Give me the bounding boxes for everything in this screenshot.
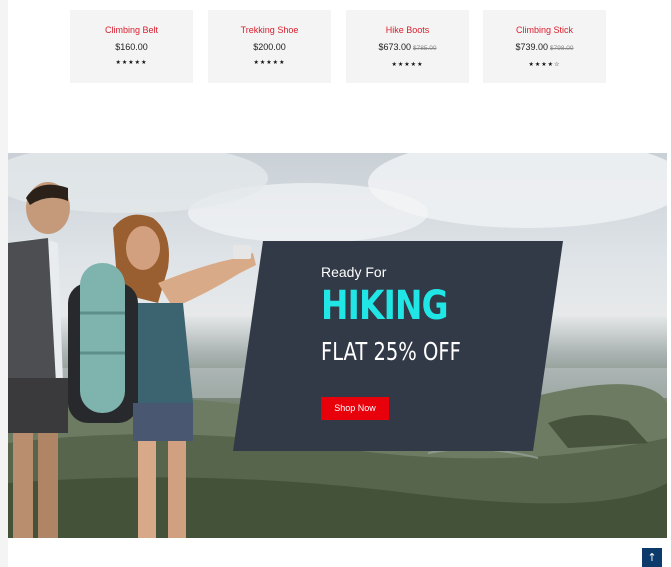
product-card[interactable]: Trekking Shoe $200.00 ★★★★★ [208,10,331,83]
product-name[interactable]: Hike Boots [346,25,469,35]
product-old-price: $798.00 [550,45,574,52]
product-price-row: $739.00 $798.00 [483,42,606,54]
product-card[interactable]: Climbing Belt $160.00 ★★★★★ [70,10,193,83]
product-old-price: $785.00 [413,45,437,52]
product-price-row: $160.00 [70,42,193,52]
rating-stars: ★★★★★ [115,59,148,66]
rating-stars: ★★★★☆ [528,61,561,68]
promo-title: HIKING [321,283,449,329]
product-name[interactable]: Climbing Stick [483,25,606,35]
product-name[interactable]: Climbing Belt [70,25,193,35]
product-price-row: $673.00 $785.00 [346,42,469,54]
product-price-row: $200.00 [208,42,331,52]
product-price: $673.00 [378,42,412,52]
arrow-up-icon: ↑ [647,551,657,564]
promo-panel: Ready For HIKING FLAT 25% OFF Shop Now [233,241,563,451]
scroll-to-top-button[interactable]: ↑ [642,548,662,567]
product-name[interactable]: Trekking Shoe [208,25,331,35]
rating-stars: ★★★★★ [253,59,286,66]
product-price: $200.00 [253,42,286,52]
page: Climbing Belt $160.00 ★★★★★ Trekking Sho… [8,0,671,567]
hero-banner: Ready For HIKING FLAT 25% OFF Shop Now [8,153,667,538]
product-price: $160.00 [115,42,148,52]
rating-stars: ★★★★★ [391,61,424,68]
promo-offer: FLAT 25% OFF [321,337,461,366]
product-strip: Climbing Belt $160.00 ★★★★★ Trekking Sho… [8,0,671,153]
promo-subtitle: Ready For [321,264,387,280]
product-price: $739.00 [515,42,549,52]
product-card[interactable]: Climbing Stick $739.00 $798.00 ★★★★☆ [483,10,606,83]
shop-now-button[interactable]: Shop Now [321,397,389,420]
product-card[interactable]: Hike Boots $673.00 $785.00 ★★★★★ [346,10,469,83]
